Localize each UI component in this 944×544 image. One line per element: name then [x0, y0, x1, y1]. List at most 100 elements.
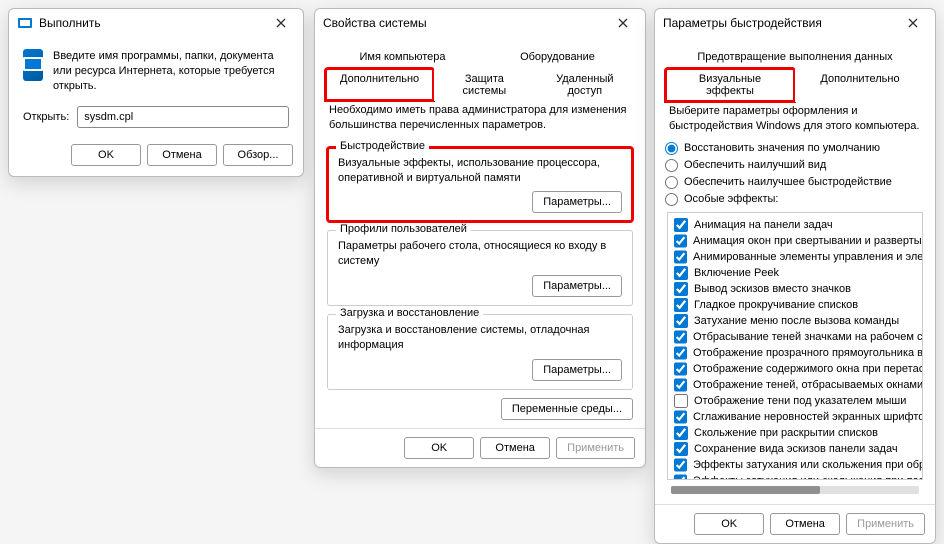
close-icon[interactable] [899, 12, 927, 34]
cancel-button[interactable]: Отмена [480, 437, 550, 459]
effect-item[interactable]: Эффекты затухания или скольжения при поя… [674, 473, 916, 480]
ok-button[interactable]: OK [71, 144, 141, 166]
sysprops-footer: OK Отмена Применить [315, 428, 645, 467]
effect-label: Анимация окон при свертывании и разверты… [693, 235, 923, 247]
profiles-group: Профили пользователей Параметры рабочего… [327, 230, 633, 306]
tab-system-protection[interactable]: Защита системы [434, 68, 534, 101]
tab-remote[interactable]: Удаленный доступ [535, 68, 635, 101]
effect-item[interactable]: Сохранение вида эскизов панели задач [674, 441, 916, 457]
effect-item[interactable]: Анимация окон при свертывании и разверты… [674, 233, 916, 249]
effect-label: Анимированные элементы управления и элем… [693, 251, 923, 263]
radio-input[interactable] [665, 176, 678, 189]
effect-item[interactable]: Вывод эскизов вместо значков [674, 281, 916, 297]
env-vars-button[interactable]: Переменные среды... [501, 398, 633, 420]
radio-input[interactable] [665, 142, 678, 155]
effect-checkbox[interactable] [674, 474, 687, 480]
sysprops-tabs-row1: Имя компьютера Оборудование [325, 45, 635, 67]
effect-checkbox[interactable] [674, 346, 687, 360]
scrollbar-thumb[interactable] [671, 486, 820, 494]
run-description: Введите имя программы, папки, документа … [53, 49, 289, 94]
perf-titlebar: Параметры быстродействия [655, 9, 935, 37]
effect-item[interactable]: Эффекты затухания или скольжения при обр… [674, 457, 916, 473]
performance-legend: Быстродействие [336, 140, 429, 152]
effect-label: Отображение содержимого окна при перетас… [693, 363, 923, 375]
effect-checkbox[interactable] [674, 458, 687, 472]
sysprops-titlebar: Свойства системы [315, 9, 645, 37]
effect-item[interactable]: Анимация на панели задач [674, 217, 916, 233]
effect-item[interactable]: Анимированные элементы управления и элем… [674, 249, 916, 265]
effect-label: Затухание меню после вызова команды [694, 315, 899, 327]
performance-settings-button[interactable]: Параметры... [532, 191, 622, 213]
radio-option-0[interactable]: Восстановить значения по умолчанию [665, 140, 925, 157]
effect-item[interactable]: Гладкое прокручивание списков [674, 297, 916, 313]
effect-checkbox[interactable] [674, 410, 687, 424]
startup-settings-button[interactable]: Параметры... [532, 359, 622, 381]
tab-visual-effects[interactable]: Визуальные эффекты [665, 68, 795, 102]
browse-button[interactable]: Обзор... [223, 144, 293, 166]
run-title: Выполнить [39, 16, 267, 30]
sysprops-content: Имя компьютера Оборудование Дополнительн… [315, 37, 645, 428]
effect-item[interactable]: Отображение тени под указателем мыши [674, 393, 916, 409]
tab-advanced[interactable]: Дополнительно [325, 68, 434, 101]
run-title-icon [17, 15, 33, 31]
effect-checkbox[interactable] [674, 378, 687, 392]
effect-item[interactable]: Сглаживание неровностей экранных шрифтов [674, 409, 916, 425]
startup-group: Загрузка и восстановление Загрузка и вос… [327, 314, 633, 390]
effect-label: Скольжение при раскрытии списков [694, 427, 878, 439]
perf-intro: Выберите параметры оформления и быстроде… [665, 102, 925, 140]
perf-title: Параметры быстродействия [663, 16, 899, 30]
close-icon[interactable] [267, 12, 295, 34]
perf-effects-list[interactable]: Анимация на панели задачАнимация окон пр… [667, 212, 923, 480]
effect-checkbox[interactable] [674, 442, 688, 456]
radio-input[interactable] [665, 193, 678, 206]
effect-item[interactable]: Отображение прозрачного прямоугольника в… [674, 345, 916, 361]
tab-advanced[interactable]: Дополнительно [795, 68, 925, 102]
profiles-settings-button[interactable]: Параметры... [532, 275, 622, 297]
tab-computer-name[interactable]: Имя компьютера [325, 46, 480, 67]
effect-checkbox[interactable] [674, 394, 688, 408]
radio-label: Восстановить значения по умолчанию [684, 142, 880, 154]
tab-dep[interactable]: Предотвращение выполнения данных [665, 46, 925, 67]
radio-option-3[interactable]: Особые эффекты: [665, 191, 925, 208]
perf-tabs-row1: Предотвращение выполнения данных [665, 45, 925, 67]
effect-item[interactable]: Отображение содержимого окна при перетас… [674, 361, 916, 377]
effect-label: Эффекты затухания или скольжения при поя… [693, 475, 923, 480]
apply-button[interactable]: Применить [846, 513, 925, 535]
effect-item[interactable]: Отбрасывание теней значками на рабочем с… [674, 329, 916, 345]
close-icon[interactable] [609, 12, 637, 34]
radio-option-2[interactable]: Обеспечить наилучшее быстродействие [665, 174, 925, 191]
effect-checkbox[interactable] [674, 362, 687, 376]
system-properties-dialog: Свойства системы Имя компьютера Оборудов… [314, 8, 646, 468]
effect-item[interactable]: Включение Peek [674, 265, 916, 281]
tab-hardware[interactable]: Оборудование [480, 46, 635, 67]
effect-checkbox[interactable] [674, 330, 687, 344]
effect-checkbox[interactable] [674, 298, 688, 312]
effect-item[interactable]: Затухание меню после вызова команды [674, 313, 916, 329]
admin-note: Необходимо иметь права администратора дл… [325, 101, 635, 139]
open-label: Открыть: [23, 111, 69, 123]
effect-checkbox[interactable] [674, 314, 688, 328]
effect-item[interactable]: Отображение теней, отбрасываемых окнами [674, 377, 916, 393]
ok-button[interactable]: OK [694, 513, 764, 535]
sysprops-tabs-row2: Дополнительно Защита системы Удаленный д… [325, 67, 635, 101]
radio-input[interactable] [665, 159, 678, 172]
effect-label: Сохранение вида эскизов панели задач [694, 443, 898, 455]
effect-checkbox[interactable] [674, 426, 688, 440]
effect-checkbox[interactable] [674, 234, 687, 248]
ok-button[interactable]: OK [404, 437, 474, 459]
horizontal-scrollbar[interactable] [671, 486, 919, 494]
cancel-button[interactable]: Отмена [147, 144, 217, 166]
cancel-button[interactable]: Отмена [770, 513, 840, 535]
effect-checkbox[interactable] [674, 250, 687, 264]
effect-item[interactable]: Скольжение при раскрытии списков [674, 425, 916, 441]
startup-desc: Загрузка и восстановление системы, отлад… [338, 323, 622, 353]
effect-checkbox[interactable] [674, 282, 688, 296]
open-input[interactable] [77, 106, 289, 128]
effect-checkbox[interactable] [674, 266, 688, 280]
effect-label: Отображение теней, отбрасываемых окнами [693, 379, 923, 391]
effect-checkbox[interactable] [674, 218, 688, 232]
run-open-row: Открыть: [9, 100, 303, 136]
apply-button[interactable]: Применить [556, 437, 635, 459]
effect-label: Включение Peek [694, 267, 779, 279]
radio-option-1[interactable]: Обеспечить наилучший вид [665, 157, 925, 174]
